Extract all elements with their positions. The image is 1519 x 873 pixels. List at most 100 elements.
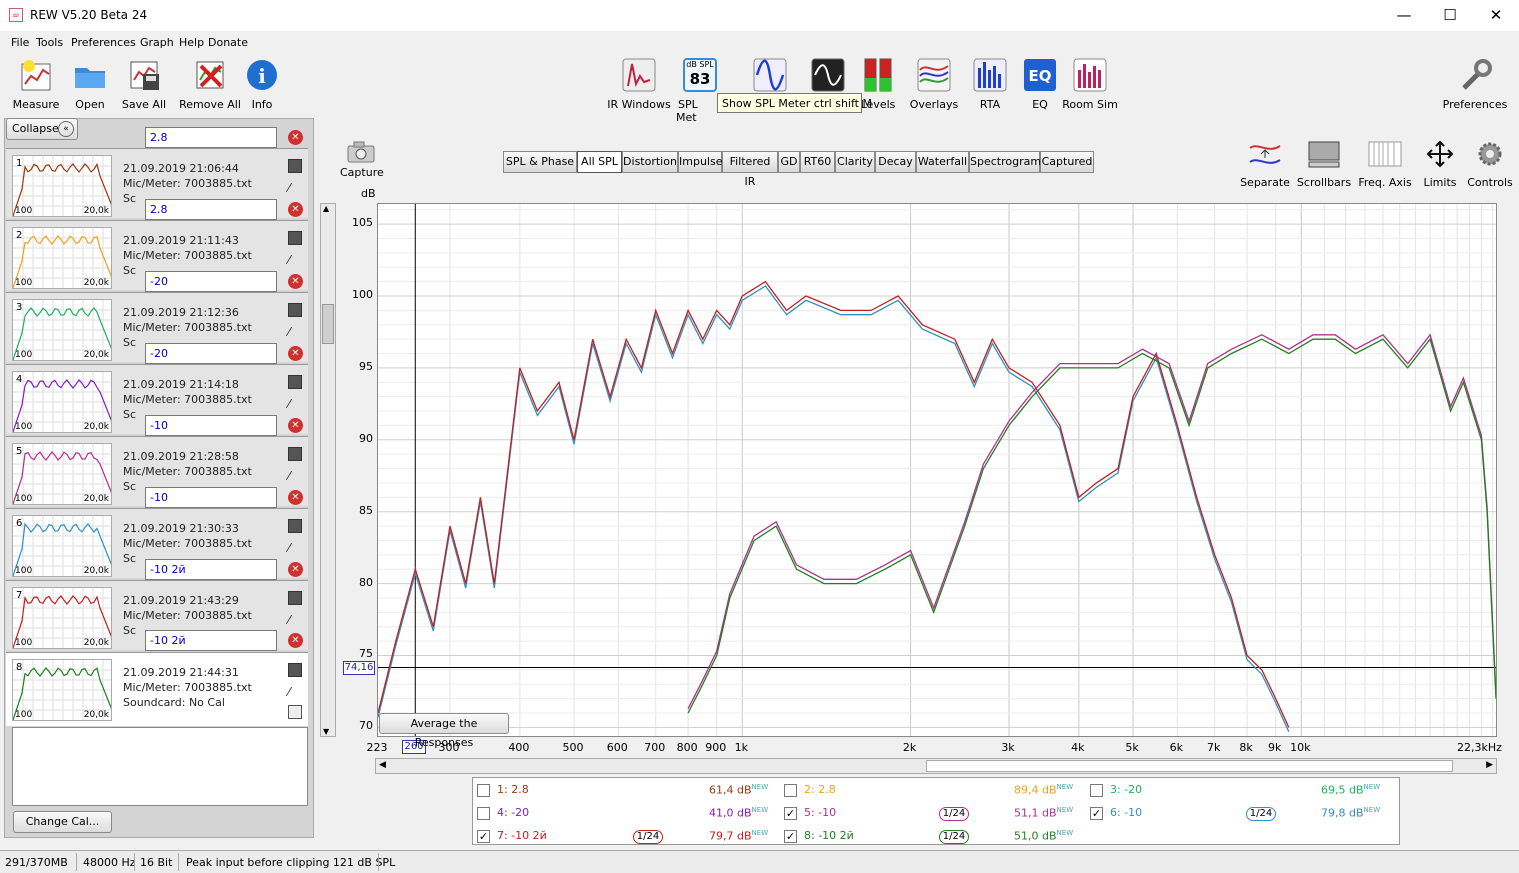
menu-file[interactable]: File <box>11 36 29 49</box>
pencil-icon[interactable]: ⁄ <box>288 469 302 483</box>
save-measurement-icon[interactable] <box>288 519 302 533</box>
measurement-thumbnail[interactable]: 5 100 20,0k <box>12 443 112 505</box>
pencil-icon[interactable]: ⁄ <box>288 541 302 555</box>
scroll-down-icon[interactable]: ▼ <box>323 727 329 736</box>
maximize-button[interactable]: ☐ <box>1427 0 1473 31</box>
pencil-icon[interactable]: ⁄ <box>288 253 302 267</box>
save-all-button[interactable]: Save All <box>118 58 170 111</box>
tab-all-spl[interactable]: All SPL <box>577 151 622 173</box>
separate-button[interactable]: Separate <box>1240 140 1290 189</box>
save-measurement-icon[interactable] <box>288 159 302 173</box>
tab-spectrogram[interactable]: Spectrogram <box>969 151 1041 173</box>
measurements-scrollbar[interactable]: ▲ ▼ <box>320 203 336 737</box>
legend-checkbox[interactable] <box>784 784 797 797</box>
remove-all-button[interactable]: Remove All <box>178 58 242 111</box>
remove-measurement-icon[interactable]: ✕ <box>288 633 303 648</box>
close-button[interactable]: ✕ <box>1473 0 1519 31</box>
overlays-button[interactable]: Overlays <box>908 58 960 111</box>
scroll-right-icon[interactable]: ▶ <box>1486 760 1493 770</box>
capture-button[interactable]: Capture <box>340 140 384 179</box>
pencil-icon[interactable]: ⁄ <box>288 685 302 699</box>
tab-distortion[interactable]: Distortion <box>622 151 678 173</box>
rta-button[interactable]: RTA <box>972 58 1008 111</box>
remove-measurement-icon[interactable]: ✕ <box>288 346 303 361</box>
notes-icon[interactable] <box>288 705 302 719</box>
scroll-up-icon[interactable]: ▲ <box>323 204 329 213</box>
measurement-name-input[interactable]: 2.8 <box>145 199 277 220</box>
average-responses-button[interactable]: Average the Responses <box>379 713 509 749</box>
legend-checkbox[interactable] <box>1090 784 1103 797</box>
tab-captured[interactable]: Captured <box>1040 151 1094 173</box>
save-measurement-icon[interactable] <box>288 303 302 317</box>
open-button[interactable]: Open <box>66 58 114 111</box>
smoothing-badge[interactable]: 1/24 <box>939 807 969 821</box>
measurement-thumbnail[interactable]: 4 100 20,0k <box>12 371 112 433</box>
measurement-name-input[interactable]: -10 <box>145 487 277 508</box>
spl-graph[interactable] <box>377 203 1497 737</box>
remove-measurement-icon[interactable]: ✕ <box>288 418 303 433</box>
smoothing-badge[interactable]: 1/24 <box>939 830 969 844</box>
pencil-icon[interactable]: ⁄ <box>288 613 302 627</box>
notes-area[interactable] <box>12 727 308 806</box>
preferences-button[interactable]: Preferences <box>1442 58 1508 111</box>
scope-button[interactable] <box>810 58 846 98</box>
menu-preferences[interactable]: Preferences <box>71 36 136 49</box>
minimize-button[interactable]: — <box>1381 0 1427 31</box>
spl-meter-button[interactable]: dB SPL 83 SPL Met <box>676 58 720 124</box>
freq-axis-button[interactable]: Freq. Axis <box>1358 140 1412 189</box>
measurement-thumbnail[interactable]: 6 100 20,0k <box>12 515 112 577</box>
remove-measurement-icon[interactable]: ✕ <box>288 490 303 505</box>
tab-rt60[interactable]: RT60 <box>800 151 835 173</box>
menu-help[interactable]: Help <box>179 36 204 49</box>
measurement-name-input[interactable]: -10 2й <box>145 559 277 580</box>
tab-clarity[interactable]: Clarity <box>835 151 875 173</box>
tab-decay[interactable]: Decay <box>875 151 916 173</box>
remove-measurement-icon[interactable]: ✕ <box>288 202 303 217</box>
graph-scrollbar[interactable]: ◀ ▶ <box>375 758 1497 774</box>
remove-measurement-icon[interactable]: ✕ <box>288 130 303 145</box>
pencil-icon[interactable]: ⁄ <box>288 397 302 411</box>
measurement-thumbnail[interactable]: 3 100 20,0k <box>12 299 112 361</box>
controls-button[interactable]: Controls <box>1466 140 1514 189</box>
pencil-icon[interactable]: ⁄ <box>288 325 302 339</box>
menu-tools[interactable]: Tools <box>36 36 63 49</box>
change-cal-button[interactable]: Change Cal... <box>13 811 112 833</box>
measurement-name-input[interactable]: -10 <box>145 415 277 436</box>
measurement-thumbnail[interactable]: 7 100 20,0k <box>12 587 112 649</box>
legend-checkbox[interactable]: ✓ <box>784 807 797 820</box>
legend-checkbox[interactable]: ✓ <box>1090 807 1103 820</box>
measurement-thumbnail[interactable]: 8 100 20,0k <box>12 659 112 721</box>
measurement-card[interactable]: 8 100 20,0k 21.09.2019 21:44:31 Mic/Meter: 7… <box>6 652 308 726</box>
remove-measurement-icon[interactable]: ✕ <box>288 274 303 289</box>
tab-waterfall[interactable]: Waterfall <box>916 151 969 173</box>
save-measurement-icon[interactable] <box>288 663 302 677</box>
measurement-name-input[interactable]: -20 <box>145 271 277 292</box>
graph-scroll-thumb[interactable] <box>926 760 1453 772</box>
scroll-thumb[interactable] <box>322 304 334 344</box>
measurement-thumbnail[interactable]: 2 100 20,0k <box>12 227 112 289</box>
pencil-icon[interactable]: ⁄ <box>288 181 302 195</box>
generator-button[interactable] <box>752 58 788 98</box>
tab-filtered-ir[interactable]: Filtered IR <box>722 151 778 188</box>
measurement-name-input[interactable]: -10 2й <box>145 630 277 651</box>
save-measurement-icon[interactable] <box>288 591 302 605</box>
collapse-button[interactable]: Collapse « <box>6 118 78 140</box>
smoothing-badge[interactable]: 1/24 <box>1246 807 1276 821</box>
info-button[interactable]: i Info <box>244 58 280 111</box>
legend-checkbox[interactable]: ✓ <box>477 830 490 843</box>
smoothing-badge[interactable]: 1/24 <box>633 830 663 844</box>
legend-checkbox[interactable]: ✓ <box>784 830 797 843</box>
measurement-thumbnail[interactable]: 1 100 20,0k <box>12 155 112 217</box>
scroll-left-icon[interactable]: ◀ <box>379 760 386 770</box>
remove-measurement-icon[interactable]: ✕ <box>288 562 303 577</box>
measurement-name-input[interactable]: 2.8 <box>145 127 277 148</box>
limits-button[interactable]: Limits <box>1420 140 1460 189</box>
tab-gd[interactable]: GD <box>778 151 800 173</box>
ir-windows-button[interactable]: IR Windows <box>607 58 671 111</box>
menu-donate[interactable]: Donate <box>208 36 248 49</box>
legend-checkbox[interactable] <box>477 784 490 797</box>
measure-button[interactable]: Measure <box>8 58 64 111</box>
eq-button[interactable]: EQ EQ <box>1022 58 1058 111</box>
save-measurement-icon[interactable] <box>288 231 302 245</box>
menu-graph[interactable]: Graph <box>140 36 174 49</box>
